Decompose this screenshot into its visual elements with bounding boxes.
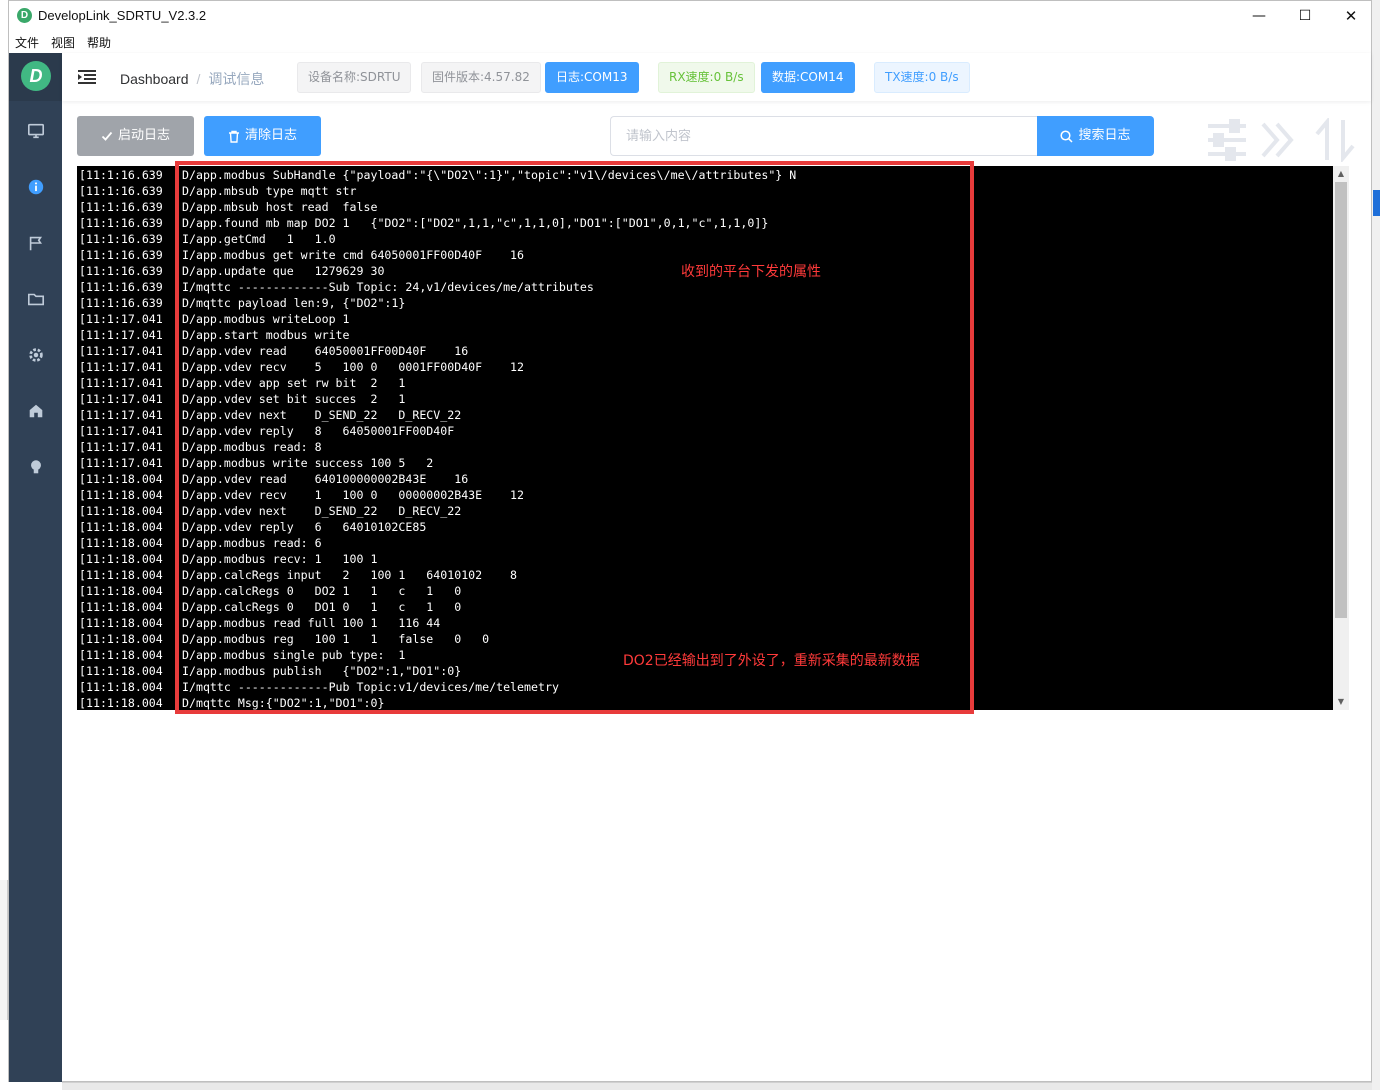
log-timestamp: [11:1:16.639 <box>79 200 163 214</box>
scroll-down-icon[interactable]: ▼ <box>1333 694 1349 710</box>
scroll-up-icon[interactable]: ▲ <box>1333 166 1349 182</box>
app-logo[interactable]: D <box>21 61 51 91</box>
desktop-fragment <box>1373 190 1380 216</box>
scroll-thumb[interactable] <box>1335 182 1347 618</box>
log-timestamp: [11:1:18.004 <box>79 568 163 582</box>
log-timestamp: [11:1:18.004 <box>79 536 163 550</box>
window-title: DevelopLink_SDRTU_V2.3.2 <box>38 8 207 23</box>
folder-icon[interactable] <box>26 289 46 309</box>
close-button[interactable]: ✕ <box>1328 1 1374 31</box>
log-timestamp: [11:1:18.004 <box>79 504 163 518</box>
log-timestamp: [11:1:18.004 <box>79 584 163 598</box>
log-timestamp: [11:1:17.041 <box>79 328 163 342</box>
device-name-tag: 设备名称:SDRTU <box>297 62 412 93</box>
search-log-button[interactable]: 搜索日志 <box>1037 116 1154 156</box>
maximize-button[interactable]: ☐ <box>1282 1 1328 31</box>
log-timestamp: [11:1:18.004 <box>79 472 163 486</box>
app-icon: D <box>17 8 32 23</box>
start-log-label: 启动日志 <box>117 128 170 143</box>
log-timestamp: [11:1:16.639 <box>79 248 163 262</box>
log-timestamp: [11:1:18.004 <box>79 632 163 646</box>
log-timestamp: [11:1:16.639 <box>79 168 163 182</box>
log-timestamp: [11:1:18.004 <box>79 696 163 710</box>
menu-toggle-icon[interactable] <box>78 69 96 85</box>
search-icon <box>1060 129 1074 143</box>
menu-file[interactable]: 文件 <box>15 34 39 51</box>
log-timestamp: [11:1:18.004 <box>79 616 163 630</box>
info-icon[interactable] <box>26 177 46 197</box>
minimize-button[interactable]: — <box>1236 1 1282 31</box>
sidebar: D <box>9 53 62 1082</box>
desktop-background-right <box>1372 0 1380 1090</box>
rx-speed-tag: RX速度:0 B/s <box>658 62 755 93</box>
log-timestamp: [11:1:18.004 <box>79 488 163 502</box>
top-navbar: Dashboard / 调试信息 设备名称:SDRTU 固件版本:4.57.82 日… <box>62 53 1371 101</box>
sliders-icon[interactable] <box>1208 119 1246 161</box>
breadcrumb-home[interactable]: Dashboard <box>120 71 189 87</box>
sort-arrows-icon[interactable] <box>1315 118 1355 162</box>
log-timestamp: [11:1:17.041 <box>79 440 163 454</box>
data-port-tag[interactable]: 数据:COM14 <box>761 62 855 93</box>
gear-icon[interactable] <box>26 345 46 365</box>
log-timestamp: [11:1:17.041 <box>79 376 163 390</box>
firmware-version-tag: 固件版本:4.57.82 <box>421 62 541 93</box>
desktop-background-bottom <box>62 1082 1372 1090</box>
search-input[interactable] <box>610 116 1037 156</box>
annotation-highlight-box <box>175 161 974 714</box>
search-log-label: 搜索日志 <box>1078 128 1131 143</box>
log-timestamp: [11:1:17.041 <box>79 360 163 374</box>
menu-view[interactable]: 视图 <box>51 34 75 51</box>
log-port-tag[interactable]: 日志:COM13 <box>545 62 639 93</box>
log-timestamp: [11:1:17.041 <box>79 408 163 422</box>
log-timestamp: [11:1:16.639 <box>79 296 163 310</box>
log-timestamp: [11:1:16.639 <box>79 264 163 278</box>
log-scrollbar[interactable]: ▲ ▼ <box>1333 166 1349 710</box>
clear-log-button[interactable]: 清除日志 <box>204 116 321 156</box>
menu-bar: 文件 视图 帮助 <box>9 31 1371 53</box>
bulb-icon[interactable] <box>26 457 46 477</box>
toolbar-decorative-icons <box>1208 118 1355 162</box>
breadcrumb-separator: / <box>196 71 201 87</box>
log-timestamp: [11:1:16.639 <box>79 216 163 230</box>
start-log-button[interactable]: 启动日志 <box>77 116 194 156</box>
log-timestamp: [11:1:16.639 <box>79 280 163 294</box>
clear-log-label: 清除日志 <box>244 128 297 143</box>
log-timestamp: [11:1:18.004 <box>79 680 163 694</box>
menu-help[interactable]: 帮助 <box>87 34 111 51</box>
log-timestamp: [11:1:18.004 <box>79 520 163 534</box>
log-timestamp: [11:1:17.041 <box>79 424 163 438</box>
log-timestamp: [11:1:18.004 <box>79 600 163 614</box>
log-timestamp: [11:1:17.041 <box>79 392 163 406</box>
log-timestamp: [11:1:16.639 <box>79 232 163 246</box>
log-timestamp: [11:1:16.639 <box>79 184 163 198</box>
annotation-output-note: DO2已经输出到了外设了，重新采集的最新数据 <box>623 653 920 669</box>
log-timestamp: [11:1:17.041 <box>79 312 163 326</box>
log-timestamp: [11:1:18.004 <box>79 648 163 662</box>
breadcrumb-current: 调试信息 <box>208 71 265 87</box>
flag-icon[interactable] <box>26 233 46 253</box>
log-timestamp: [11:1:17.041 <box>79 344 163 358</box>
double-chevron-right-icon[interactable] <box>1261 122 1294 158</box>
monitor-icon[interactable] <box>26 121 46 141</box>
log-timestamp: [11:1:17.041 <box>79 456 163 470</box>
check-icon <box>101 131 113 141</box>
desktop-background-left <box>0 880 8 1020</box>
breadcrumb: Dashboard / 调试信息 <box>120 69 264 89</box>
title-bar: D DevelopLink_SDRTU_V2.3.2 — ☐ ✕ <box>9 1 1371 31</box>
log-timestamp: [11:1:18.004 <box>79 664 163 678</box>
home-icon[interactable] <box>26 401 46 421</box>
trash-icon <box>228 130 239 143</box>
tx-speed-tag: TX速度:0 B/s <box>874 62 970 93</box>
log-timestamp: [11:1:18.004 <box>79 552 163 566</box>
annotation-received-note: 收到的平台下发的属性 <box>681 264 821 280</box>
